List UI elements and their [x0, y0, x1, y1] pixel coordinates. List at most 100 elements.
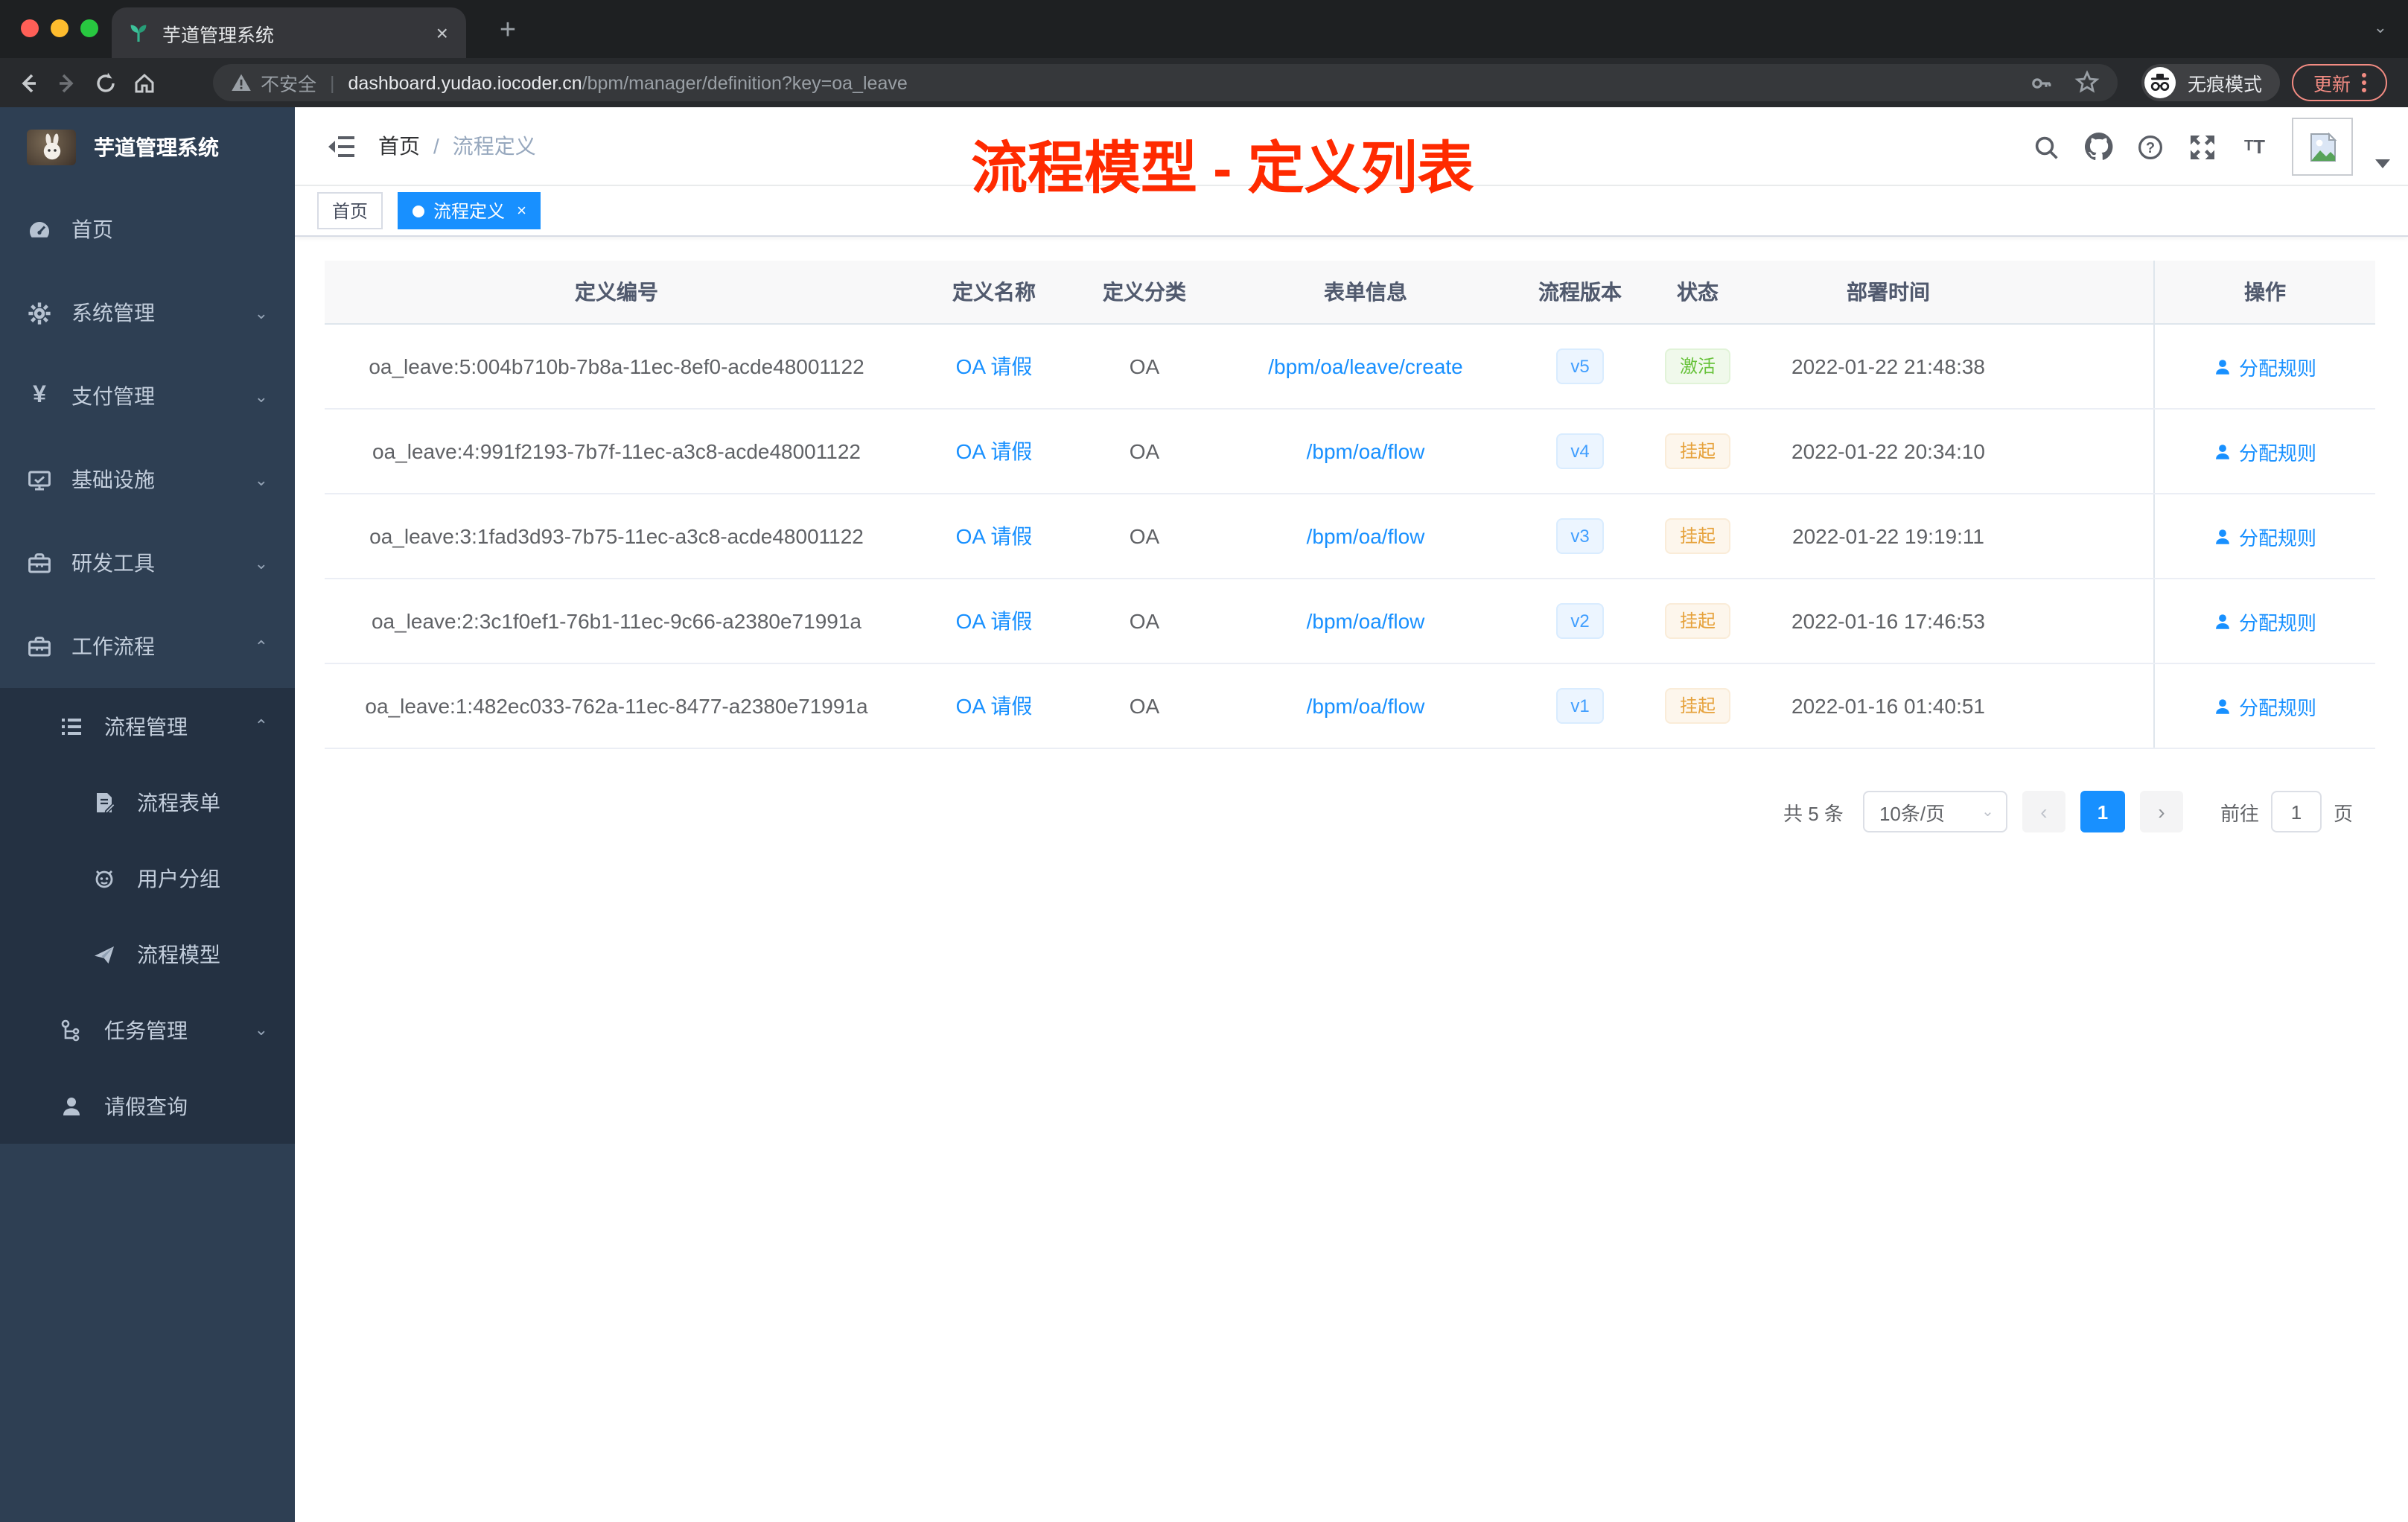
tag-home[interactable]: 首页 [317, 192, 383, 229]
forward-icon[interactable] [48, 63, 86, 102]
definition-name-cell: OA 请假 [908, 691, 1080, 721]
app-logo-row[interactable]: 芋道管理系统 [0, 107, 295, 188]
sidebar-item-system[interactable]: 系统管理 ⌄ [0, 271, 295, 354]
definition-name-link[interactable]: OA 请假 [956, 524, 1033, 548]
assign-rule-link[interactable]: 分配规则 [2214, 522, 2316, 550]
definition-name-link[interactable]: OA 请假 [956, 354, 1033, 378]
browser-tab[interactable]: 芋道管理系统 × [112, 7, 466, 58]
home-icon[interactable] [125, 63, 164, 102]
sidebar-item-label: 工作流程 [71, 634, 155, 658]
user-icon [2217, 359, 2230, 374]
definition-category: OA [1129, 609, 1160, 633]
form-link[interactable]: /bpm/oa/flow [1307, 524, 1425, 548]
key-icon[interactable] [2030, 71, 2054, 95]
sidebar-item-task-management[interactable]: 任务管理 ⌄ [0, 992, 295, 1068]
window-controls[interactable] [21, 19, 98, 37]
sidebar-item-workflow[interactable]: 工作流程 ⌃ [0, 605, 295, 688]
hamburger-icon[interactable] [295, 135, 378, 157]
tree-icon [60, 1018, 83, 1042]
sidebar-item-user-group[interactable]: 用户分组 [0, 840, 295, 916]
chevron-up-icon: ⌃ [254, 718, 268, 736]
sidebar-item-devtools[interactable]: 研发工具 ⌄ [0, 521, 295, 605]
sidebar-item-label: 系统管理 [71, 301, 155, 325]
incognito-label: 无痕模式 [2188, 74, 2263, 95]
fullscreen-icon[interactable] [2188, 132, 2217, 162]
form-link[interactable]: /bpm/oa/flow [1307, 609, 1425, 633]
help-icon[interactable]: ? [2135, 132, 2165, 162]
sidebar-item-label: 支付管理 [71, 384, 155, 408]
close-tab-icon[interactable]: × [433, 21, 451, 45]
page-number-1[interactable]: 1 [2080, 791, 2125, 832]
update-button[interactable]: 更新 [2292, 64, 2387, 101]
font-size-icon[interactable]: TT [2240, 132, 2270, 162]
tab-title: 芋道管理系统 [162, 25, 275, 45]
definition-category: OA [1129, 354, 1160, 378]
assign-rule-link[interactable]: 分配规则 [2214, 692, 2316, 720]
column-header-form-info: 表单信息 [1324, 280, 1407, 304]
sidebar-item-label: 请假查询 [104, 1094, 188, 1118]
reload-icon[interactable] [86, 63, 125, 102]
status-badge: 挂起 [1664, 688, 1730, 724]
sidebar-item-process-model[interactable]: 流程模型 [0, 916, 295, 992]
sidebar-item-process-form[interactable]: 流程表单 [0, 764, 295, 840]
sidebar-item-home[interactable]: 首页 [0, 188, 295, 271]
definition-name-link[interactable]: OA 请假 [956, 609, 1033, 633]
sidebar-item-payment[interactable]: ¥ 支付管理 ⌄ [0, 354, 295, 438]
version-badge: v1 [1555, 688, 1605, 724]
sidebar-item-infra[interactable]: 基础设施 ⌄ [0, 438, 295, 521]
active-dot-icon [413, 205, 425, 217]
version-badge: v4 [1555, 433, 1605, 469]
assign-rule-link[interactable]: 分配规则 [2214, 437, 2316, 465]
goto-page-input[interactable] [2270, 791, 2322, 832]
bookmark-star-icon[interactable] [2074, 70, 2100, 95]
close-tag-icon[interactable]: × [517, 202, 526, 220]
sidebar-item-leave-query[interactable]: 请假查询 [0, 1068, 295, 1144]
definition-name-cell: OA 请假 [908, 521, 1080, 551]
breadcrumb-home[interactable]: 首页 [378, 131, 420, 161]
form-link[interactable]: /bpm/oa/leave/create [1268, 354, 1463, 378]
version-cell: v2 [1522, 603, 1638, 639]
back-icon[interactable] [9, 63, 48, 102]
assign-rule-link[interactable]: 分配规则 [2214, 352, 2316, 380]
caret-down-icon[interactable] [2375, 159, 2390, 168]
version-cell: v1 [1522, 688, 1638, 724]
seedling-favicon-icon [127, 21, 150, 45]
sidebar-item-label: 流程管理 [104, 714, 188, 738]
form-info-cell: /bpm/oa/flow [1209, 439, 1522, 463]
form-link[interactable]: /bpm/oa/flow [1307, 439, 1425, 463]
user-avatar[interactable] [2292, 118, 2353, 176]
definition-name-link[interactable]: OA 请假 [956, 694, 1033, 718]
deploy-time: 2022-01-16 17:46:53 [1791, 609, 1985, 633]
close-window-button[interactable] [21, 19, 39, 37]
search-icon[interactable] [2031, 132, 2061, 162]
app-frame: 芋道管理系统 首页 系统管理 ⌄ ¥ 支付管理 ⌄ 基础设施 ⌄ 研发工具 ⌄ … [0, 107, 2408, 1522]
prev-page-button[interactable]: ‹ [2022, 791, 2065, 832]
not-secure-label[interactable]: 不安全 [261, 69, 316, 97]
sidebar-item-process-management[interactable]: 流程管理 ⌃ [0, 688, 295, 764]
page-size-select[interactable]: 10条/页 ⌄ [1862, 791, 2007, 832]
user-icon [2217, 444, 2230, 459]
definition-name-link[interactable]: OA 请假 [956, 439, 1033, 463]
pagination: 共 5 条 10条/页 ⌄ ‹ 1 › 前往 页 [295, 791, 2353, 832]
form-link[interactable]: /bpm/oa/flow [1307, 694, 1425, 718]
paper-plane-icon [92, 942, 116, 966]
zoom-window-button[interactable] [80, 19, 98, 37]
tab-search-chevron-icon[interactable]: ⌄ [2374, 18, 2387, 37]
status-cell: 挂起 [1638, 433, 1757, 469]
minimize-window-button[interactable] [51, 19, 69, 37]
app-title: 芋道管理系统 [94, 136, 219, 159]
document-edit-icon [92, 790, 116, 814]
browser-menu-icon[interactable] [2361, 73, 2366, 92]
column-header-definition-name: 定义名称 [952, 280, 1036, 304]
goto-label: 前往 [2220, 802, 2259, 824]
page-content: 定义编号 定义名称 定义分类 表单信息 流程版本 状态 部署时间 操作 oa_l… [295, 261, 2408, 832]
user-icon [2217, 614, 2230, 628]
assign-rule-link[interactable]: 分配规则 [2214, 607, 2316, 635]
address-bar[interactable]: 不安全 | dashboard.yudao.iocoder.cn/bpm/man… [213, 64, 2118, 101]
new-tab-button[interactable]: + [487, 12, 529, 54]
tag-process-definition[interactable]: 流程定义 × [398, 192, 541, 229]
next-page-button[interactable]: › [2139, 791, 2183, 832]
chevron-down-icon: ⌄ [254, 471, 268, 489]
github-icon[interactable] [2083, 132, 2113, 162]
sidebar-item-label: 首页 [71, 217, 113, 241]
